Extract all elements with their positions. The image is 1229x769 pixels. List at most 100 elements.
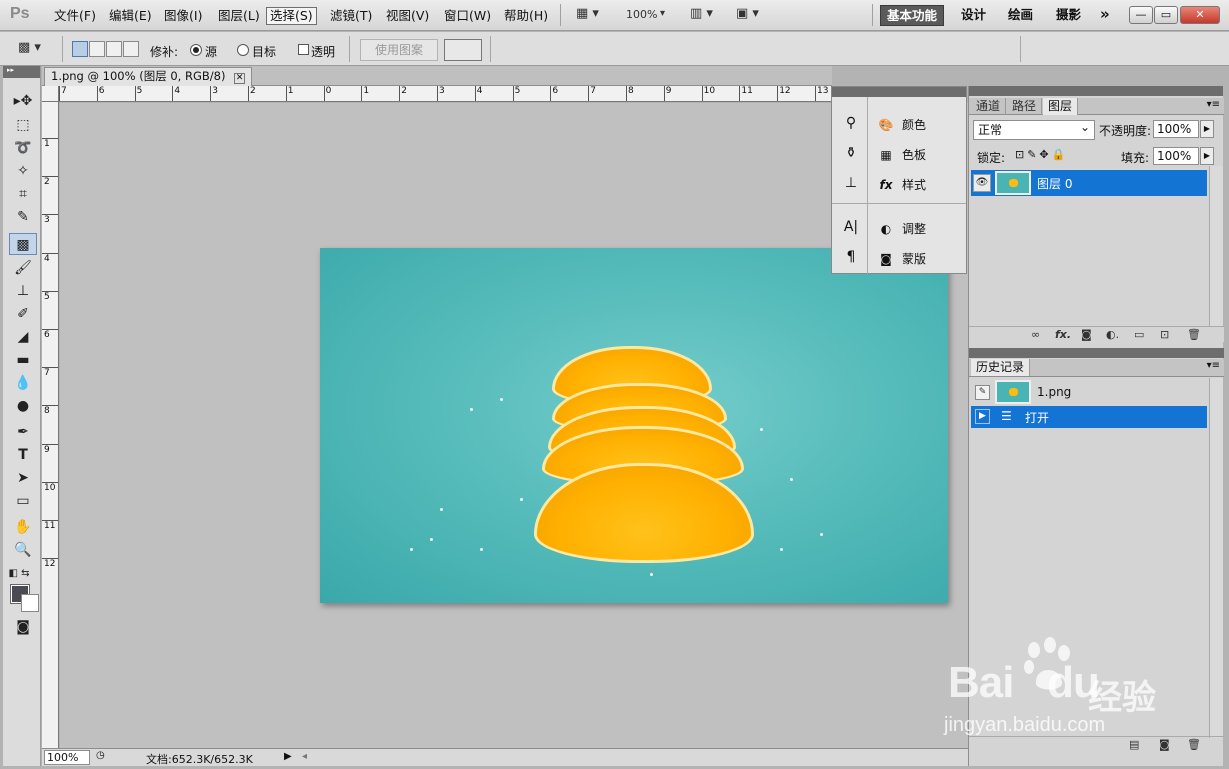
history-brush-source-icon[interactable]: ✎ xyxy=(975,385,990,400)
fill-arrow-icon[interactable]: ▶ xyxy=(1200,147,1214,165)
quick-selection-tool-icon[interactable]: ✧ xyxy=(9,160,37,182)
add-mask-icon[interactable]: ◙ xyxy=(1081,328,1092,341)
zoom-dropdown-icon[interactable]: ▾ xyxy=(660,8,665,26)
default-colors-icon[interactable]: ◧ ⇆ xyxy=(5,563,33,585)
menu-image[interactable]: 图像(I) xyxy=(160,7,206,25)
menu-window[interactable]: 窗口(W) xyxy=(440,7,495,25)
opacity-input[interactable]: 100% xyxy=(1153,120,1199,138)
history-state[interactable]: ▶ ☰ 打开 xyxy=(971,406,1207,428)
adjustment-layer-icon[interactable]: ◐. xyxy=(1106,328,1119,341)
background-color-swatch[interactable] xyxy=(21,594,39,612)
use-pattern-button[interactable]: 使用图案 xyxy=(360,39,438,61)
workspace-design[interactable]: 设计 xyxy=(955,5,992,26)
tab-layers[interactable]: 图层 xyxy=(1043,98,1079,115)
workspace-photography[interactable]: 摄影 xyxy=(1050,5,1087,26)
new-group-icon[interactable]: ▭ xyxy=(1134,328,1144,341)
menu-select[interactable]: 选择(S) xyxy=(266,7,317,25)
pattern-picker[interactable] xyxy=(444,39,482,61)
type-tool-icon[interactable]: T xyxy=(9,444,37,466)
panel-color[interactable]: 🎨 颜色 xyxy=(876,115,927,135)
arrange-documents-icon[interactable]: ▥ ▾ xyxy=(690,6,713,24)
clone-stamp-tool-icon[interactable]: ⊥ xyxy=(9,280,37,302)
path-selection-tool-icon[interactable]: ➤ xyxy=(9,467,37,489)
fill-input[interactable]: 100% xyxy=(1153,147,1199,165)
history-scrollbar[interactable] xyxy=(1209,378,1223,738)
tools-panel-header[interactable]: ▸▸ xyxy=(3,66,40,78)
menu-file[interactable]: 文件(F) xyxy=(50,7,100,25)
pen-tool-icon[interactable]: ✒ xyxy=(9,421,37,443)
panel-adjustments[interactable]: ◐ 调整 xyxy=(876,219,926,239)
patch-tool-preset-icon[interactable]: ▩ ▾ xyxy=(18,40,41,58)
eraser-tool-icon[interactable]: ◢ xyxy=(9,326,37,348)
source-radio[interactable] xyxy=(190,44,202,56)
panel-menu-icon[interactable]: ▾≡ xyxy=(1207,99,1220,110)
blur-tool-icon[interactable]: 💧 xyxy=(9,372,37,394)
workspace-essentials[interactable]: 基本功能 xyxy=(880,5,945,26)
history-state-arrow-icon[interactable]: ▶ xyxy=(975,409,990,424)
vertical-ruler[interactable]: 1 2 3 4 5 6 7 8 9 10 11 12 xyxy=(42,102,59,748)
document-image[interactable] xyxy=(320,248,948,603)
add-selection-mode-button[interactable] xyxy=(89,41,105,57)
subtract-selection-mode-button[interactable] xyxy=(106,41,122,57)
panel-styles[interactable]: fx 样式 xyxy=(876,175,927,195)
lasso-tool-icon[interactable]: ➰ xyxy=(9,137,37,159)
transparent-checkbox[interactable] xyxy=(298,44,309,55)
move-tool-icon[interactable]: ▸✥ xyxy=(9,90,37,112)
close-button[interactable]: ✕ xyxy=(1180,6,1220,24)
new-layer-icon[interactable]: ⊡ xyxy=(1160,328,1169,341)
gradient-tool-icon[interactable]: ▬ xyxy=(9,349,37,371)
patch-tool-icon[interactable]: ▩ xyxy=(9,233,37,255)
restore-button[interactable]: ▭ xyxy=(1154,6,1178,24)
menu-filter[interactable]: 滤镜(T) xyxy=(326,7,376,25)
tab-paths[interactable]: 路径 xyxy=(1007,98,1043,115)
status-menu-arrow-icon[interactable]: ▶ xyxy=(284,751,292,762)
zoom-tool-icon[interactable]: 🔍 xyxy=(9,539,37,561)
tool-presets-icon[interactable]: ⚲ xyxy=(841,115,861,135)
ruler-origin[interactable] xyxy=(42,86,59,102)
clone-source-icon[interactable]: ⊥ xyxy=(841,175,861,195)
rectangle-tool-icon[interactable]: ▭ xyxy=(9,490,37,512)
tab-history[interactable]: 历史记录 xyxy=(971,359,1031,376)
close-tab-icon[interactable]: ✕ xyxy=(234,73,246,84)
panel-swatches[interactable]: ▦ 色板 xyxy=(876,145,926,165)
layer-style-fx-icon[interactable]: fx. xyxy=(1055,328,1071,341)
tab-channels[interactable]: 通道 xyxy=(971,98,1007,115)
scroll-left-icon[interactable]: ◂ xyxy=(302,751,307,762)
marquee-tool-icon[interactable]: ⬚ xyxy=(9,114,37,136)
history-panel-header[interactable] xyxy=(969,348,1224,358)
intersect-selection-mode-button[interactable] xyxy=(123,41,139,57)
collapsed-panels-header[interactable] xyxy=(832,87,966,97)
target-radio[interactable] xyxy=(237,44,249,56)
more-workspaces-icon[interactable]: » xyxy=(1094,5,1116,26)
panel-masks[interactable]: ◙ 蒙版 xyxy=(876,249,926,269)
blend-mode-select[interactable]: 正常 xyxy=(973,118,1095,140)
menu-view[interactable]: 视图(V) xyxy=(382,7,433,25)
dodge-tool-icon[interactable]: ● xyxy=(9,395,37,417)
layer-visibility-eye-icon[interactable]: 👁 xyxy=(973,174,991,192)
zoom-level-menu[interactable]: 100% xyxy=(626,8,657,21)
document-tab[interactable]: 1.png @ 100% (图层 0, RGB/8) ✕ xyxy=(44,67,253,86)
eyedropper-tool-icon[interactable]: ✎ xyxy=(9,206,37,228)
history-brush-tool-icon[interactable]: ✐ xyxy=(9,303,37,325)
menu-layer[interactable]: 图层(L) xyxy=(214,7,264,25)
paragraph-icon[interactable]: ¶ xyxy=(841,249,861,269)
minimize-button[interactable]: — xyxy=(1129,6,1153,24)
horizontal-ruler[interactable]: 7 6 5 4 3 2 1 0 1 2 3 4 5 6 7 8 9 10 11 12 13 xyxy=(59,86,832,102)
history-menu-icon[interactable]: ▾≡ xyxy=(1207,360,1220,371)
clock-icon[interactable]: ◷ xyxy=(96,750,105,761)
crop-tool-icon[interactable]: ⌗ xyxy=(9,183,37,205)
layers-panel-header[interactable] xyxy=(969,86,1223,96)
layers-scrollbar[interactable] xyxy=(1209,166,1223,326)
link-layers-icon[interactable]: ∞ xyxy=(1031,328,1040,341)
lock-options-icons[interactable]: ⊡✎✥🔒 xyxy=(1015,148,1068,161)
layer-row[interactable]: 👁 图层 0 xyxy=(971,170,1207,196)
delete-state-icon[interactable]: 🗑 xyxy=(1187,738,1201,751)
menu-edit[interactable]: 编辑(E) xyxy=(105,7,156,25)
delete-layer-icon[interactable]: 🗑 xyxy=(1187,328,1201,341)
screen-mode-icon[interactable]: ▣ ▾ xyxy=(736,6,759,24)
menu-help[interactable]: 帮助(H) xyxy=(500,7,552,25)
opacity-arrow-icon[interactable]: ▶ xyxy=(1200,120,1214,138)
workspace-painting[interactable]: 绘画 xyxy=(1002,5,1039,26)
launch-bridge-icon[interactable]: ▦ ▾ xyxy=(576,6,599,24)
character-icon[interactable]: A| xyxy=(841,219,861,239)
